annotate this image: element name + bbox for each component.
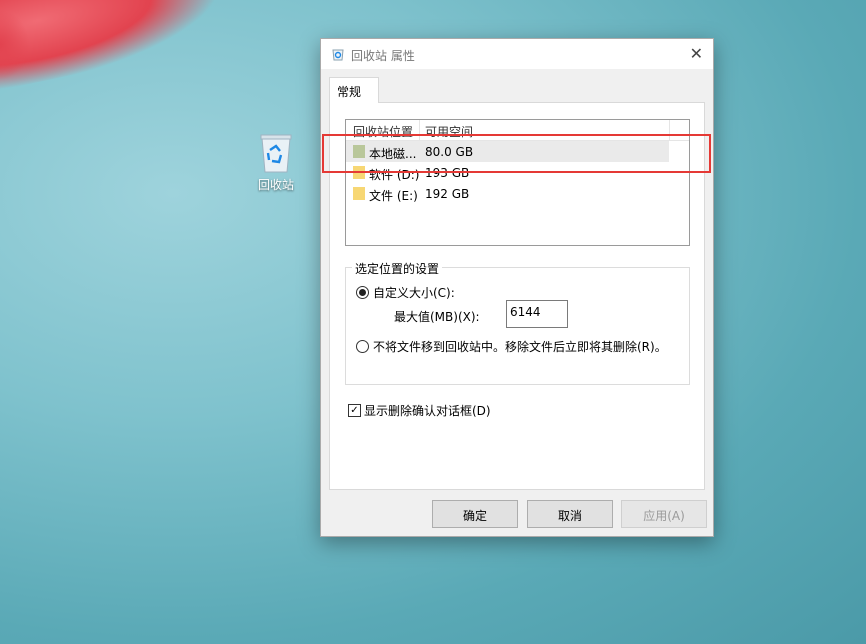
title-bar[interactable]: 回收站 属性 ✕ — [321, 39, 713, 69]
list-header: 回收站位置 可用空间 — [346, 120, 689, 141]
recycle-bin-label: 回收站 — [257, 178, 294, 192]
list-item[interactable]: 软件 (D:) 193 GB — [346, 162, 689, 183]
confirm-delete-label[interactable]: 显示删除确认对话框(D) — [364, 402, 491, 419]
confirm-delete-checkbox[interactable]: ✓ — [348, 404, 361, 417]
group-label: 选定位置的设置 — [352, 260, 443, 277]
cancel-button[interactable]: 取消 — [527, 500, 613, 528]
wallpaper-flower — [0, 0, 228, 96]
desktop-recycle-bin[interactable]: 回收站 — [244, 132, 308, 193]
max-size-input[interactable]: 6144 — [506, 300, 568, 328]
folder-icon — [353, 187, 365, 200]
drive-free-space: 192 GB — [425, 187, 470, 201]
recycle-bin-location-list[interactable]: 回收站位置 可用空间 本地磁... 80.0 GB 软件 (D:) 193 GB… — [345, 119, 690, 246]
recycle-bin-properties-dialog: 回收站 属性 ✕ 常规 回收站位置 可用空间 本地磁... 80.0 GB 软件… — [320, 38, 714, 537]
drive-name: 软件 (D:) — [369, 168, 420, 182]
drive-free-space: 193 GB — [425, 166, 470, 180]
no-move-label[interactable]: 不将文件移到回收站中。移除文件后立即将其删除(R)。 — [373, 338, 667, 355]
list-item[interactable]: 文件 (E:) 192 GB — [346, 183, 689, 204]
folder-icon — [353, 166, 365, 179]
custom-size-radio[interactable] — [356, 286, 369, 299]
drive-icon — [353, 145, 365, 158]
drive-name: 本地磁... — [369, 147, 417, 161]
wallpaper-flower-petal — [0, 10, 30, 80]
close-icon[interactable]: ✕ — [690, 44, 703, 63]
ok-button[interactable]: 确定 — [432, 500, 518, 528]
column-header-location[interactable]: 回收站位置 — [353, 123, 413, 140]
custom-size-label[interactable]: 自定义大小(C): — [373, 284, 455, 301]
column-divider[interactable] — [419, 120, 420, 140]
apply-button[interactable]: 应用(A) — [621, 500, 707, 528]
tab-general[interactable]: 常规 — [329, 77, 379, 103]
selected-location-settings: 选定位置的设置 自定义大小(C): 最大值(MB)(X): 6144 不将文件移… — [345, 260, 690, 385]
drive-free-space: 80.0 GB — [425, 145, 474, 159]
no-move-radio[interactable] — [356, 340, 369, 353]
dialog-title: 回收站 属性 — [351, 49, 415, 63]
recycle-bin-small-icon — [331, 47, 345, 61]
column-header-free-space[interactable]: 可用空间 — [425, 123, 473, 140]
list-item[interactable]: 本地磁... 80.0 GB — [346, 141, 669, 162]
column-divider[interactable] — [669, 120, 670, 140]
recycle-bin-icon — [258, 132, 294, 173]
max-size-label: 最大值(MB)(X): — [394, 310, 480, 324]
drive-name: 文件 (E:) — [369, 189, 418, 203]
general-tab-page: 回收站位置 可用空间 本地磁... 80.0 GB 软件 (D:) 193 GB… — [329, 102, 705, 490]
